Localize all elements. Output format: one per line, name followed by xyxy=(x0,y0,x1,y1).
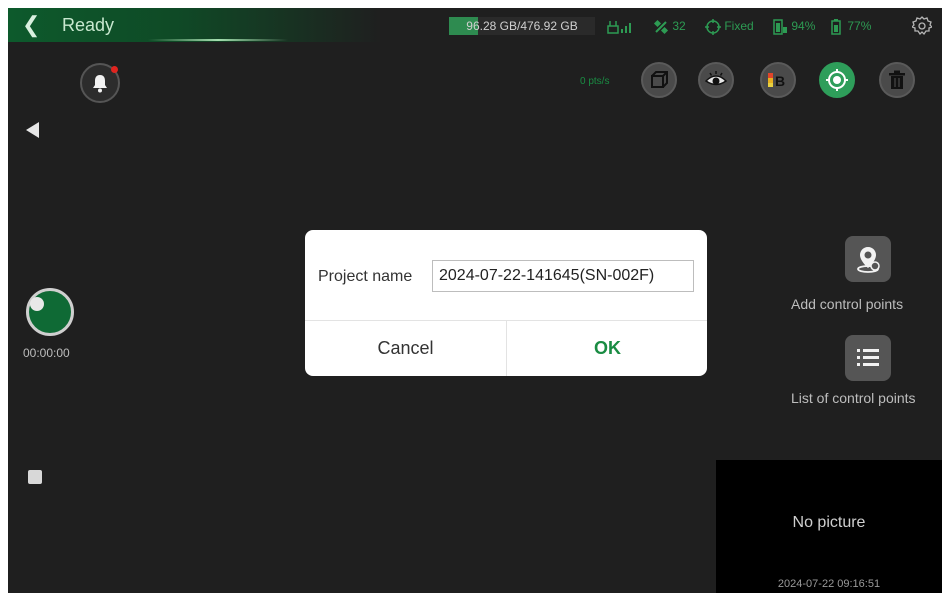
controller-battery-value: 77% xyxy=(847,19,872,33)
capture-rate: 0 pts/s xyxy=(580,76,610,87)
color-mode-button[interactable]: B xyxy=(760,62,796,98)
satellite-count-value: 32 xyxy=(672,19,686,33)
locate-button[interactable] xyxy=(819,62,855,98)
cube-view-button[interactable] xyxy=(641,62,677,98)
project-name-dialog: Project name Cancel OK xyxy=(305,230,707,376)
status-title: Ready xyxy=(62,15,115,35)
color-b-icon: B xyxy=(768,73,785,89)
record-button[interactable] xyxy=(26,288,74,336)
title-underline xyxy=(148,39,288,41)
add-control-points-label: Add control points xyxy=(791,296,904,312)
gear-icon xyxy=(910,16,934,36)
settings-button[interactable] xyxy=(910,16,934,36)
status-bar: ❮ Ready 96.28 GB/476.92 GB 32 Fixed 94% … xyxy=(8,8,942,42)
app-screen: ❮ Ready 96.28 GB/476.92 GB 32 Fixed 94% … xyxy=(8,8,942,593)
list-control-points-label: List of control points xyxy=(791,390,916,406)
bell-icon xyxy=(93,75,107,93)
project-name-label: Project name xyxy=(318,268,413,285)
device-battery: 94% xyxy=(772,17,815,35)
gnss-fix-icon xyxy=(705,18,721,35)
camera-preview: No picture 2024-07-22 09:16:51 xyxy=(716,460,942,593)
notifications-button[interactable] xyxy=(80,63,120,103)
preview-timestamp: 2024-07-22 09:16:51 xyxy=(777,578,881,590)
eye-view-button[interactable] xyxy=(698,62,734,98)
back-icon[interactable]: ❮ xyxy=(22,14,42,36)
list-control-points-button[interactable] xyxy=(845,335,891,381)
storage-text: 96.28 GB/476.92 GB xyxy=(466,19,578,33)
controller-battery-icon xyxy=(831,18,841,35)
project-name-input[interactable] xyxy=(432,260,694,292)
location-pin-icon xyxy=(857,247,880,273)
record-knob xyxy=(30,297,44,311)
add-control-points-button[interactable] xyxy=(845,236,891,282)
stop-button[interactable] xyxy=(28,470,42,484)
satellite-icon xyxy=(653,19,669,34)
delete-button[interactable] xyxy=(879,62,915,98)
recording-timer: 00:00:00 xyxy=(23,346,70,360)
cancel-button[interactable]: Cancel xyxy=(305,321,506,376)
storage-bar: 96.28 GB/476.92 GB xyxy=(449,17,595,35)
network-icon xyxy=(607,20,631,34)
no-picture-text: No picture xyxy=(792,514,866,531)
device-battery-icon xyxy=(773,19,787,35)
satellite-count: 32 xyxy=(653,17,686,35)
network-status xyxy=(607,17,641,35)
device-battery-value: 94% xyxy=(791,19,816,33)
ok-button[interactable]: OK xyxy=(507,321,707,376)
collapse-arrow-icon[interactable] xyxy=(26,122,39,138)
target-icon xyxy=(826,69,848,91)
trash-icon xyxy=(889,70,905,89)
controller-battery: 77% xyxy=(830,17,871,35)
list-icon xyxy=(857,349,879,366)
notification-dot xyxy=(111,66,118,73)
fix-status: Fixed xyxy=(705,17,754,35)
fix-status-text: Fixed xyxy=(724,19,754,33)
svg-text:B: B xyxy=(775,73,785,89)
eye-icon xyxy=(705,71,727,86)
cube-icon xyxy=(651,71,668,88)
